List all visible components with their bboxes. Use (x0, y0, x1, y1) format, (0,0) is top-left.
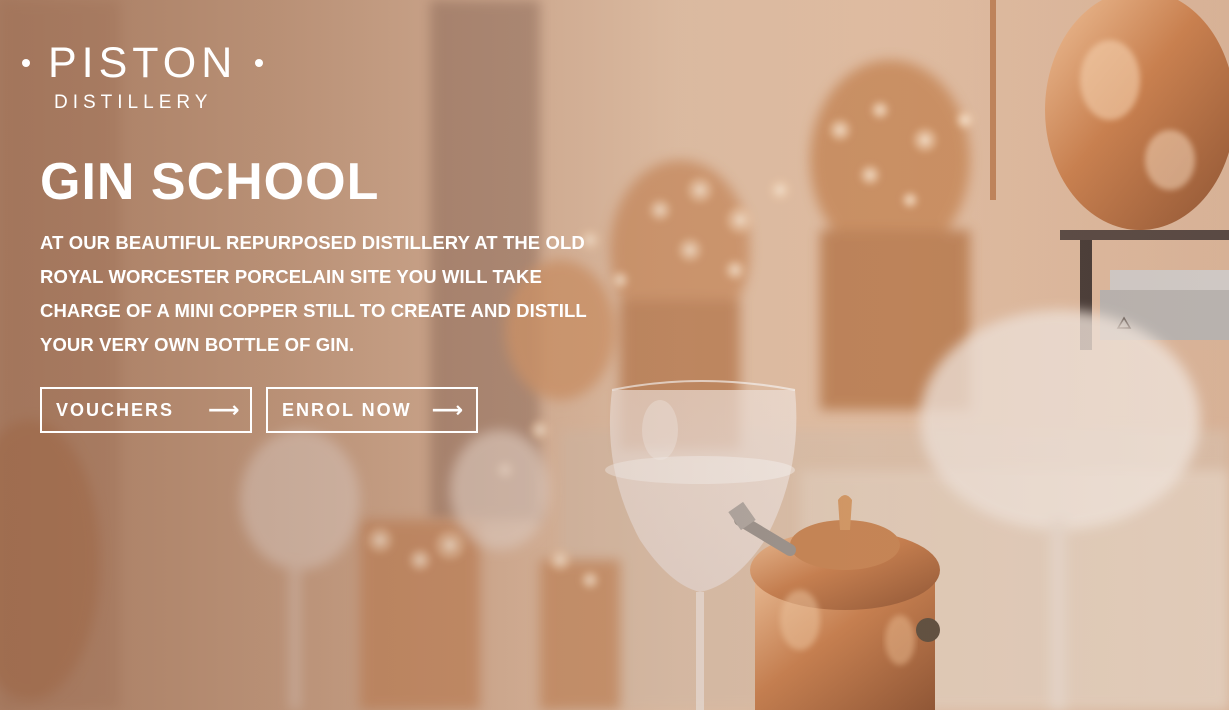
arrow-right-icon: ⟶ (208, 397, 240, 422)
hero-description: AT OUR BEAUTIFUL REPURPOSED DISTILLERY A… (40, 232, 587, 355)
page-title: GIN SCHOOL (40, 153, 380, 211)
vouchers-button-label: VOUCHERS (56, 399, 175, 420)
enrol-now-button-label: ENROL NOW (282, 399, 412, 420)
logo-wordmark: PISTON (22, 40, 272, 86)
logo-dot-right (255, 59, 264, 67)
arrow-right-icon: ⟶ (431, 397, 464, 422)
piston-distillery-logo[interactable]: PISTON DISTILLERY (22, 40, 272, 114)
enrol-now-button[interactable]: ENROL NOW ⟶ (266, 387, 478, 433)
logo-subtitle: DISTILLERY (54, 92, 213, 113)
logo-name: PISTON (48, 39, 238, 87)
logo-dot-left (22, 59, 30, 67)
hero-section: PISTON DISTILLERY GIN SCHOOL AT OUR BEAU… (0, 0, 1229, 710)
vouchers-button[interactable]: VOUCHERS ⟶ (40, 387, 252, 433)
